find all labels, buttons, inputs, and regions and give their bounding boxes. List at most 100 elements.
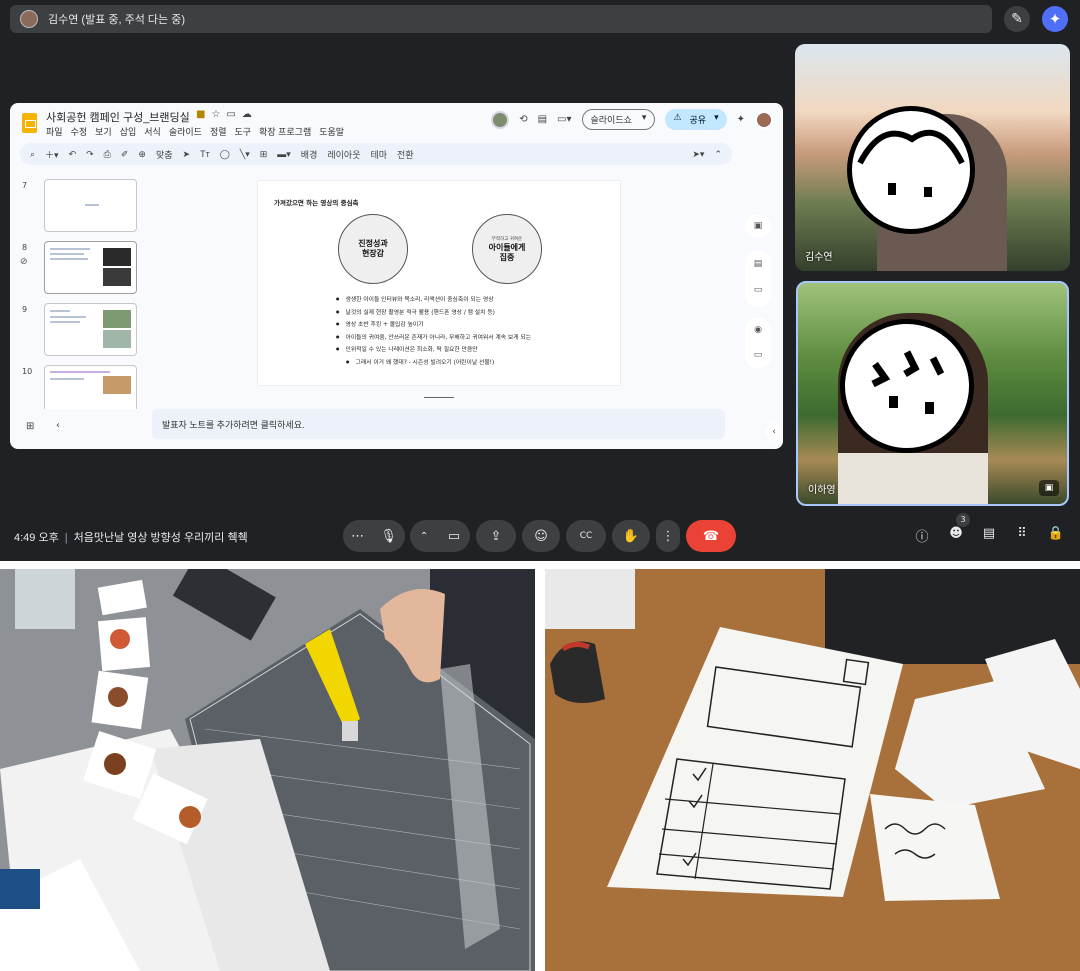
emoji-icon[interactable]: ☺ (522, 520, 560, 552)
speaker-notes[interactable]: 발표자 노트를 추가하려면 클릭하세요. (152, 409, 725, 439)
transition-button[interactable]: 전환 (397, 148, 414, 161)
photo-cutting-mat (0, 569, 535, 971)
redo-icon[interactable]: ↷ (86, 149, 94, 160)
undo-icon[interactable]: ↶ (69, 149, 77, 160)
chevron-down-icon[interactable]: ▾ (714, 113, 719, 126)
thumbnail-preview[interactable] (44, 365, 137, 409)
account-avatar[interactable] (755, 110, 773, 129)
participant-name: 김수연 (805, 252, 833, 263)
print-icon[interactable]: ⎙ (104, 149, 111, 160)
host-controls-icon[interactable]: 🔒 (1046, 526, 1066, 541)
chevron-down-icon[interactable]: ▾ (642, 113, 647, 126)
keep-icon[interactable]: ▣ (745, 215, 771, 237)
grid-view-icon[interactable]: ⊞ (26, 421, 34, 432)
zoom-select[interactable]: 맞춤 (156, 148, 173, 161)
video-call-icon[interactable]: ▭▾ (557, 114, 571, 125)
cartoon-face-drawing (871, 350, 945, 414)
thumbnail-slide[interactable]: 8 ⊘ (20, 241, 137, 295)
thumbnail-slide[interactable]: 10 (20, 365, 137, 409)
new-slide-icon[interactable]: ＋▾ (45, 148, 59, 161)
circle-left: 진정성과 현장감 (338, 214, 408, 284)
more-options-icon[interactable]: ⋮ (656, 520, 680, 552)
thumbnail-slide[interactable]: 9 (20, 303, 137, 357)
menu-bar: 파일 수정 보기 삽입 서식 슬라이드 정렬 도구 확장 프로그램 도움말 (46, 125, 344, 138)
gemini-spark-icon[interactable]: ✦ (1042, 6, 1068, 32)
chevron-up-icon[interactable]: ⌃ (714, 149, 722, 160)
meeting-details-icon[interactable]: ⓘ (912, 526, 932, 545)
border-icon[interactable]: ▬▾ (277, 149, 291, 160)
participant-tile[interactable]: 이하영 ▣ (796, 281, 1069, 506)
cutting-mat-illustration (0, 569, 535, 971)
present-screen-icon[interactable]: ⇪ (476, 520, 516, 552)
bullet-item: 인위적일 수 있는 나레이션은 최소화, 딱 필요한 만큼만 (336, 344, 531, 353)
captions-icon[interactable]: CC (566, 520, 606, 552)
contacts-icon[interactable]: ▤ (745, 251, 771, 277)
thumbnail-number: 8 (22, 243, 28, 252)
menu-extensions[interactable]: 확장 프로그램 (259, 125, 311, 138)
thumbnail-slide[interactable]: 7 (20, 179, 137, 233)
select-icon[interactable]: ➤ (183, 149, 191, 160)
paint-format-icon[interactable]: ✐ (121, 149, 129, 160)
more-audio-options-icon[interactable]: ⋯ (351, 529, 364, 544)
version-history-icon[interactable]: ⟲ (519, 114, 527, 125)
camera-icon[interactable]: ▭ (448, 529, 460, 544)
gemini-icon[interactable]: ✦ (737, 114, 745, 125)
slides-toolbar: ⌕ ＋▾ ↶ ↷ ⎙ ✐ ⊕ 맞춤 ➤ Tт ◯ ╲▾ ⊞ ▬▾ 배경 레이아웃… (20, 143, 732, 165)
participant-tile[interactable]: 김수연 (795, 44, 1070, 271)
menu-slide[interactable]: 슬라이드 (169, 125, 202, 138)
tile-options-icon[interactable]: ▣ (1039, 480, 1059, 496)
menu-format[interactable]: 서식 (144, 125, 161, 138)
activities-icon[interactable]: ⠿ (1012, 526, 1032, 541)
mic-icon[interactable]: 🎙 (380, 529, 397, 544)
shape-icon[interactable]: ◯ (220, 149, 230, 160)
cloud-icon[interactable]: ☁ (242, 109, 258, 120)
slideshow-button[interactable]: 슬라이드쇼 ▾ (581, 109, 656, 130)
slideshow-label: 슬라이드쇼 (590, 116, 632, 126)
presenter-avatar (20, 10, 38, 28)
shared-slides-window: 사회공헌 캠페인 구성_브랜딩실 ■☆▭☁ 파일 수정 보기 삽입 서식 슬라이… (10, 103, 783, 449)
document-title[interactable]: 사회공헌 캠페인 구성_브랜딩실 (46, 109, 190, 125)
warning-icon: ⚠ (673, 113, 682, 123)
chat-icon[interactable]: ▤ (979, 526, 999, 541)
zoom-icon[interactable]: ⊕ (138, 149, 146, 160)
pointer-icon[interactable]: ➤▾ (692, 149, 704, 160)
folder-icon[interactable]: ▭ (745, 277, 771, 303)
search-icon[interactable]: ⌕ (30, 149, 35, 160)
end-call-icon[interactable]: ☎ (686, 520, 736, 552)
video-icon[interactable]: ▭ (745, 343, 771, 368)
menu-edit[interactable]: 수정 (71, 125, 88, 138)
menu-tools[interactable]: 도구 (235, 125, 252, 138)
menu-file[interactable]: 파일 (46, 125, 63, 138)
comments-icon[interactable]: ▤ (538, 114, 547, 125)
collapse-icon[interactable]: ‹ (56, 420, 60, 431)
people-icon[interactable]: ☻ (946, 526, 966, 541)
background-button[interactable]: 배경 (301, 148, 318, 161)
line-icon[interactable]: ╲▾ (240, 149, 250, 160)
collaborator-avatar[interactable] (491, 110, 510, 129)
side-panel: ▤ ▭ (745, 251, 771, 307)
star-icon[interactable]: ☆ (211, 109, 226, 120)
chevron-up-icon[interactable]: ⌃ (420, 531, 428, 542)
folder-icon[interactable]: ▭ (226, 109, 241, 120)
participants-count-badge: 3 (956, 513, 970, 527)
menu-view[interactable]: 보기 (95, 125, 112, 138)
record-icon[interactable]: ◉ (745, 318, 771, 343)
theme-button[interactable]: 테마 (370, 148, 387, 161)
slides-badge-icon[interactable]: ■ (196, 109, 211, 120)
menu-help[interactable]: 도움말 (319, 125, 344, 138)
thumbnail-preview[interactable] (44, 179, 137, 232)
camera-group: ⌃ ▭ (410, 520, 470, 552)
notes-resize-handle[interactable] (424, 397, 454, 398)
expand-side-panel-icon[interactable]: ‹ (766, 423, 782, 441)
raise-hand-icon[interactable]: ✋ (612, 520, 650, 552)
menu-insert[interactable]: 삽입 (120, 125, 137, 138)
layout-button[interactable]: 레이아웃 (327, 148, 360, 161)
thumbnail-preview[interactable] (44, 303, 137, 356)
comment-add-icon[interactable]: ⊞ (260, 149, 268, 160)
thumbnail-preview[interactable] (44, 241, 137, 294)
pen-icon[interactable]: ✎ (1004, 6, 1030, 32)
share-button[interactable]: ⚠ 공유 ▾ (665, 109, 727, 130)
slide-canvas[interactable]: 가져갔으면 하는 영상의 중심축 진정성과 현장감 무력하고 귀여운 아이들에게… (258, 181, 620, 385)
textbox-icon[interactable]: Tт (200, 149, 210, 159)
menu-arrange[interactable]: 정렬 (210, 125, 227, 138)
